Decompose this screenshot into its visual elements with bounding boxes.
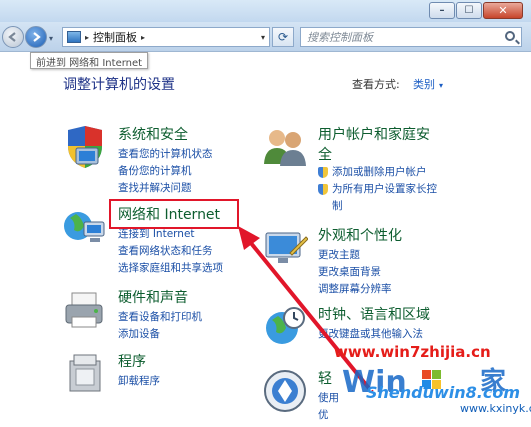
minimize-button[interactable]: – <box>429 2 455 19</box>
link-change-desktop-background[interactable]: 更改桌面背景 <box>318 264 392 281</box>
view-by-label: 查看方式: <box>352 78 400 91</box>
category-title-system[interactable]: 系统和安全 <box>118 124 188 144</box>
view-by-value[interactable]: 类别 <box>413 78 435 91</box>
watermark-site-1: www.win7zhijia.cn <box>334 343 491 361</box>
link-parental-controls-cont[interactable]: 制 <box>318 198 437 215</box>
link-change-keyboard[interactable]: 更改键盘或其他输入法 <box>318 326 423 343</box>
forward-tooltip: 前进到 网络和 Internet <box>30 52 149 69</box>
refresh-icon: ⟳ <box>277 30 289 44</box>
link-devices-printers[interactable]: 查看设备和打印机 <box>118 309 202 326</box>
link-network-status[interactable]: 查看网络状态和任务 <box>118 243 223 260</box>
breadcrumb-separator[interactable]: ▸ <box>85 33 89 42</box>
clock-globe-icon[interactable] <box>262 304 308 350</box>
navigation-bar: ▾ ▸ 控制面板 ▸ ▾ ⟳ 搜索控制面板 <box>0 22 531 52</box>
link-add-remove-users[interactable]: 添加或删除用户帐户 <box>318 164 437 181</box>
category-title-users-line1[interactable]: 用户帐户和家庭安 <box>318 127 430 143</box>
category-title-appearance[interactable]: 外观和个性化 <box>318 225 402 245</box>
minimize-icon: – <box>439 5 445 16</box>
refresh-button[interactable]: ⟳ <box>272 27 294 47</box>
page-title: 调整计算机的设置 <box>63 77 175 93</box>
window-controls: – ☐ ✕ <box>428 2 523 19</box>
link-ease-2[interactable]: 优 <box>318 407 339 424</box>
back-button[interactable] <box>2 26 24 48</box>
forward-button[interactable] <box>25 26 47 48</box>
arrow-right-icon <box>33 32 41 42</box>
printer-icon[interactable] <box>62 287 108 333</box>
breadcrumb-separator[interactable]: ▸ <box>141 33 145 42</box>
search-placeholder: 搜索控制面板 <box>307 31 373 44</box>
close-button[interactable]: ✕ <box>483 2 523 19</box>
category-title-users[interactable]: 用户帐户和家庭安全 <box>318 124 430 164</box>
search-input[interactable]: 搜索控制面板 <box>300 27 522 47</box>
appearance-monitor-icon[interactable] <box>262 225 308 271</box>
category-title-users-line2[interactable]: 全 <box>318 147 332 163</box>
link-backup-computer[interactable]: 备份您的计算机 <box>118 163 213 180</box>
link-troubleshoot[interactable]: 查找并解决问题 <box>118 180 213 197</box>
maximize-button[interactable]: ☐ <box>456 2 482 19</box>
recent-pages-dropdown[interactable]: ▾ <box>49 34 53 43</box>
link-add-device[interactable]: 添加设备 <box>118 326 202 343</box>
network-globe-icon[interactable] <box>62 204 108 250</box>
category-title-clock[interactable]: 时钟、语言和区域 <box>318 304 430 324</box>
link-parental-controls[interactable]: 为所有用户设置家长控 <box>318 181 437 198</box>
address-bar[interactable]: ▸ 控制面板 ▸ ▾ <box>62 27 270 47</box>
link-uninstall-program[interactable]: 卸载程序 <box>118 373 160 390</box>
arrow-left-icon <box>8 32 16 42</box>
programs-box-icon[interactable] <box>62 351 108 397</box>
watermark-site-3: www.kxinyk.com <box>460 402 531 415</box>
link-homegroup-sharing[interactable]: 选择家庭组和共享选项 <box>118 260 223 277</box>
link-adjust-resolution[interactable]: 调整屏幕分辨率 <box>318 281 392 298</box>
chevron-down-icon[interactable]: ▾ <box>439 81 443 90</box>
title-bar: – ☐ ✕ <box>0 0 531 22</box>
link-change-theme[interactable]: 更改主题 <box>318 247 392 264</box>
ease-of-access-icon[interactable] <box>262 368 308 414</box>
search-icon[interactable] <box>505 31 515 41</box>
view-by-dropdown[interactable]: 类别 ▾ <box>413 76 443 92</box>
watermark-site-2: Shenduwin8.com <box>366 383 521 402</box>
close-icon: ✕ <box>498 4 508 17</box>
highlight-box <box>109 199 239 229</box>
users-icon[interactable] <box>262 124 308 170</box>
category-title-hardware[interactable]: 硬件和声音 <box>118 287 188 307</box>
control-panel-icon <box>67 31 81 43</box>
address-dropdown[interactable]: ▾ <box>261 33 265 42</box>
breadcrumb-control-panel[interactable]: 控制面板 <box>93 29 137 45</box>
shield-icon[interactable] <box>62 124 108 170</box>
maximize-icon: ☐ <box>464 5 474 16</box>
link-view-computer-status[interactable]: 查看您的计算机状态 <box>118 146 213 163</box>
category-title-programs[interactable]: 程序 <box>118 351 146 371</box>
